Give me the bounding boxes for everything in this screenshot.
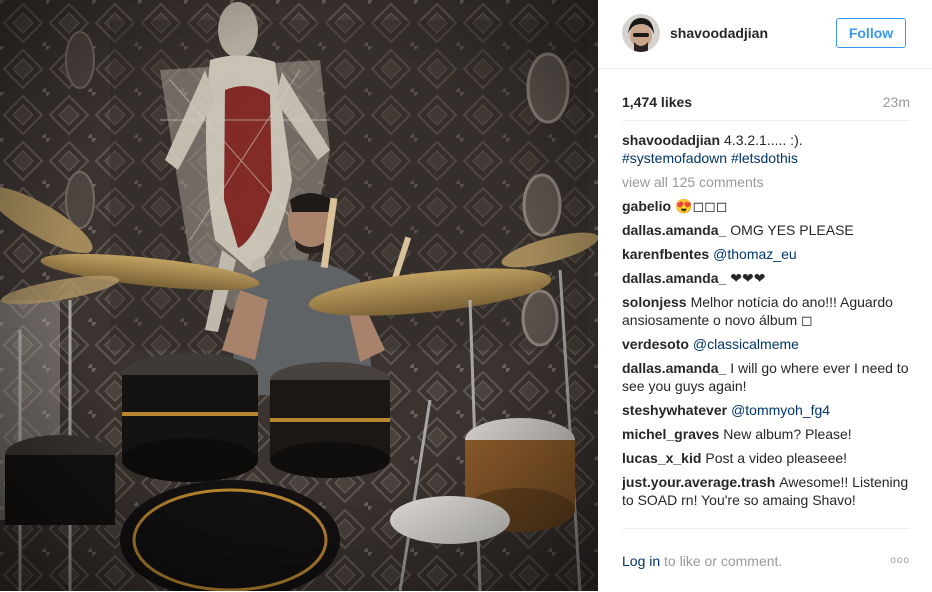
caption-text: 4.3.2.1..... :). (724, 132, 803, 148)
comment-username[interactable]: dallas.amanda_ (622, 270, 726, 286)
drummer-photo-illustration (0, 0, 598, 591)
comment-mention[interactable]: @tommyoh_fg4 (731, 402, 830, 418)
comment-text: New album? Please! (723, 426, 852, 442)
owner-username[interactable]: shavoodadjian (670, 25, 768, 41)
comment-item: lucas_x_kid Post a video pleaseee! (622, 449, 910, 467)
post-header: shavoodadjian Follow (598, 0, 932, 69)
comment-username[interactable]: lucas_x_kid (622, 450, 701, 466)
comment-item: solonjess Melhor notícia do ano!!! Aguard… (622, 293, 910, 329)
divider (622, 120, 910, 121)
avatar[interactable] (622, 14, 660, 52)
caption: shavoodadjian 4.3.2.1..... :). #systemofa… (622, 131, 910, 167)
post-dialog: shavoodadjian Follow 1,474 likes 23m sha… (0, 0, 932, 591)
post-meta: 1,474 likes 23m (622, 94, 910, 112)
comments-list: shavoodadjian 4.3.2.1..... :). #systemofa… (622, 131, 910, 528)
comment-item: dallas.amanda_ I will go where ever I nee… (622, 359, 910, 395)
comment-item: verdesoto @classicalmeme (622, 335, 910, 353)
post-side-panel: shavoodadjian Follow 1,474 likes 23m sha… (598, 0, 932, 591)
comment-username[interactable]: steshywhatever (622, 402, 727, 418)
comment-username[interactable]: dallas.amanda_ (622, 222, 726, 238)
comment-mention[interactable]: @thomaz_eu (713, 246, 796, 262)
caption-username[interactable]: shavoodadjian (622, 132, 720, 148)
comment-username[interactable]: verdesoto (622, 336, 689, 352)
comment-username[interactable]: karenfbentes (622, 246, 709, 262)
comment-item: karenfbentes @thomaz_eu (622, 245, 910, 263)
post-footer: Log in to like or comment. ooo (622, 528, 910, 592)
comment-username[interactable]: just.your.average.trash (622, 474, 775, 490)
view-all-comments-link[interactable]: view all 125 comments (622, 173, 910, 191)
comment-username[interactable]: michel_graves (622, 426, 719, 442)
comment-item: steshywhatever @tommyoh_fg4 (622, 401, 910, 419)
comment-text: ❤❤❤ (730, 270, 766, 286)
login-link[interactable]: Log in (622, 553, 660, 569)
comment-item: dallas.amanda_ OMG YES PLEASE (622, 221, 910, 239)
more-options-icon[interactable]: ooo (890, 555, 910, 566)
post-time[interactable]: 23m (883, 94, 910, 110)
caption-hashtags[interactable]: #systemofadown #letsdothis (622, 150, 798, 166)
comment-item: just.your.average.trash Awesome!! Listeni… (622, 473, 910, 509)
comment-username[interactable]: gabelio (622, 198, 671, 214)
comment-text: 😍◻◻◻ (675, 198, 728, 214)
comment-item: dallas.amanda_ ❤❤❤ (622, 269, 910, 287)
comment-username[interactable]: dallas.amanda_ (622, 360, 726, 376)
post-photo[interactable] (0, 0, 598, 591)
comment-text: Post a video pleaseee! (705, 450, 848, 466)
login-prompt: Log in to like or comment. (622, 553, 782, 569)
comment-item: gabelio 😍◻◻◻ (622, 197, 910, 215)
comment-mention[interactable]: @classicalmeme (693, 336, 799, 352)
likes-count[interactable]: 1,474 likes (622, 94, 692, 110)
comment-item: michel_graves New album? Please! (622, 425, 910, 443)
login-prompt-text: to like or comment. (664, 553, 783, 569)
comment-text: OMG YES PLEASE (730, 222, 854, 238)
comment-username[interactable]: solonjess (622, 294, 687, 310)
follow-button[interactable]: Follow (836, 18, 906, 48)
avatar-image (622, 14, 660, 52)
